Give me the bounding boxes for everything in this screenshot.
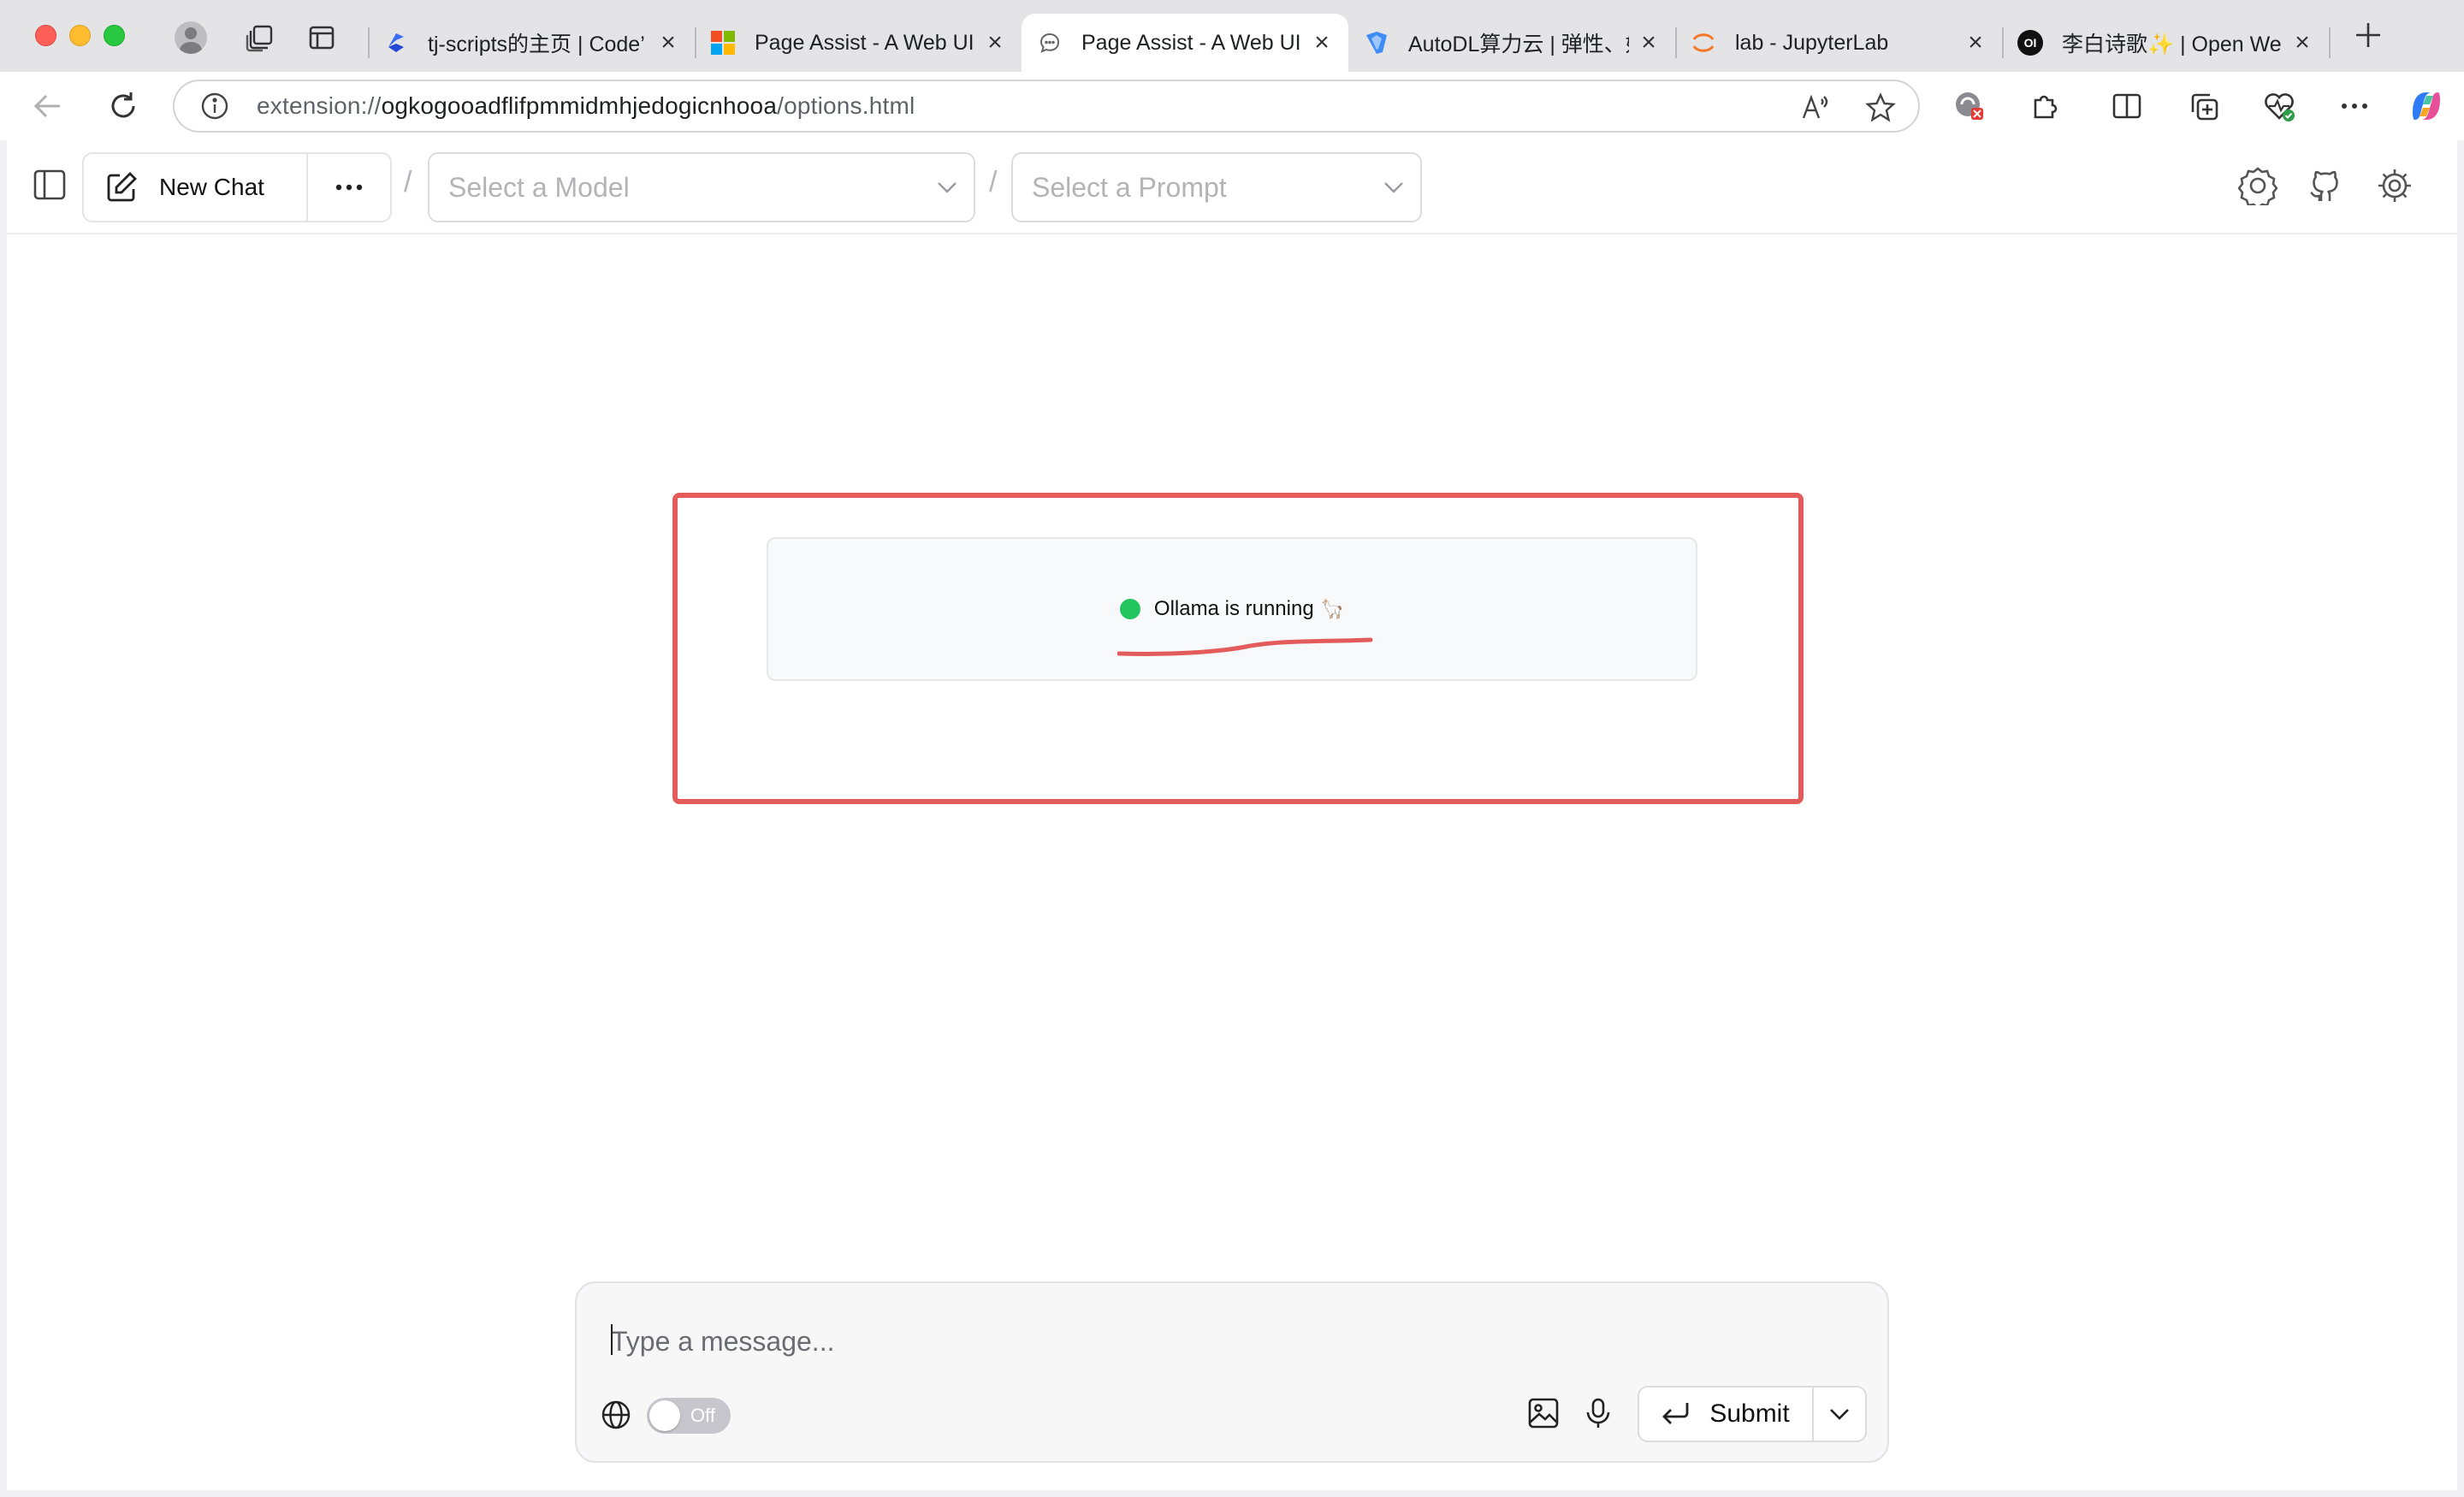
new-chat-button[interactable]: New Chat — [84, 154, 308, 221]
close-tab-icon[interactable]: × — [657, 28, 679, 57]
message-input[interactable] — [611, 1322, 1809, 1360]
ollama-status-card: Ollama is running 🦙 — [767, 537, 1697, 681]
app-header: New Chat / Select a Model / Select a Pro… — [7, 140, 2457, 234]
status-dot-icon — [1119, 599, 1140, 619]
browser-window: tj-scripts的主页 | Code’ × Page Assist - A … — [0, 0, 2464, 1497]
tab-open-webui[interactable]: OI 李白诗歌✨ | Open Web × — [2002, 14, 2329, 72]
ollama-settings-icon[interactable] — [2236, 164, 2279, 207]
tab-title: 李白诗歌✨ | Open Web — [2062, 33, 2283, 56]
submit-label: Submit — [1709, 1399, 1790, 1428]
message-composer: Off Submit — [575, 1281, 1889, 1463]
header-separator: / — [989, 166, 998, 198]
text-caret — [611, 1324, 613, 1355]
maximize-window-button[interactable] — [104, 25, 125, 46]
chevron-down-icon — [938, 182, 957, 193]
chevron-down-icon — [1830, 1409, 1849, 1420]
tab-separator — [2329, 27, 2331, 58]
workspaces-icon[interactable] — [243, 21, 277, 55]
chat-bubble-icon — [1037, 30, 1063, 56]
prompt-select[interactable]: Select a Prompt — [1011, 152, 1422, 222]
close-window-button[interactable] — [35, 25, 56, 46]
tab-codeup[interactable]: tj-scripts的主页 | Code’ × — [368, 14, 695, 72]
sidebar-toggle-button[interactable] — [29, 164, 70, 205]
tab-jupyterlab[interactable]: lab - JupyterLab × — [1675, 14, 2002, 72]
microphone-icon — [1586, 1398, 1610, 1428]
prompt-select-placeholder: Select a Prompt — [1032, 171, 1227, 203]
header-separator: / — [404, 166, 412, 198]
tab-title: tj-scripts的主页 | Code’ — [428, 33, 645, 56]
image-icon — [1528, 1398, 1559, 1429]
profile-avatar-icon[interactable] — [174, 21, 208, 55]
close-tab-icon[interactable]: × — [984, 28, 1006, 57]
chat-options-button[interactable] — [308, 154, 390, 221]
tab-title: AutoDL算力云 | 弹性、好 — [1408, 33, 1629, 56]
close-tab-icon[interactable]: × — [1964, 28, 1987, 57]
url-text: extension://ogkogooadflifpmmidmhjedogicn… — [257, 92, 915, 119]
tab-autodl[interactable]: AutoDL算力云 | 弹性、好 × — [1348, 14, 1675, 72]
llama-emoji-icon: 🦙 — [1320, 598, 1345, 619]
toggle-label: Off — [690, 1405, 715, 1426]
autodl-logo-icon — [1364, 30, 1389, 56]
settings-gear-icon[interactable] — [2373, 164, 2416, 207]
edit-pencil-icon — [107, 172, 137, 202]
new-tab-button[interactable] — [2349, 21, 2387, 58]
ellipsis-icon — [335, 184, 363, 191]
model-select[interactable]: Select a Model — [428, 152, 975, 222]
microphone-button[interactable] — [1578, 1393, 1619, 1434]
read-aloud-icon[interactable] — [1800, 81, 1831, 134]
submit-button[interactable]: Submit — [1639, 1388, 1814, 1441]
upload-image-button[interactable] — [1523, 1393, 1564, 1434]
close-tab-icon[interactable]: × — [2291, 28, 2313, 57]
more-menu-icon[interactable] — [2334, 86, 2375, 127]
extensions-puzzle-icon[interactable] — [2024, 86, 2065, 127]
model-select-placeholder: Select a Model — [448, 171, 630, 203]
ollama-status-text: Ollama is running — [1153, 597, 1314, 620]
close-tab-icon[interactable]: × — [1638, 28, 1660, 57]
codeup-logo-icon — [383, 30, 409, 56]
address-toolbar: extension://ogkogooadflifpmmidmhjedogicn… — [0, 72, 2464, 140]
site-info-icon[interactable] — [200, 92, 229, 121]
submit-options-button[interactable] — [1814, 1388, 1865, 1441]
openwebui-logo-icon: OI — [2017, 30, 2043, 56]
enter-arrow-icon — [1662, 1403, 1689, 1424]
annotation-underline — [1117, 637, 1373, 657]
close-tab-icon[interactable]: × — [1311, 28, 1333, 57]
github-icon[interactable] — [2303, 164, 2346, 207]
tracking-prevention-icon[interactable] — [1949, 86, 1990, 127]
address-bar[interactable]: extension://ogkogooadflifpmmidmhjedogicn… — [173, 80, 1920, 133]
tab-page-assist-1[interactable]: Page Assist - A Web UI × — [695, 14, 1022, 72]
vertical-tabs-icon[interactable] — [305, 21, 339, 55]
microsoft-logo-icon — [710, 30, 736, 56]
chevron-down-icon — [1384, 182, 1403, 193]
split-screen-icon[interactable] — [2106, 86, 2147, 127]
back-button[interactable] — [27, 86, 68, 127]
favorite-star-icon[interactable] — [1865, 81, 1896, 134]
toggle-knob — [649, 1400, 680, 1431]
tab-strip: tj-scripts的主页 | Code’ × Page Assist - A … — [0, 0, 2464, 72]
tab-title: lab - JupyterLab — [1735, 30, 1889, 55]
globe-icon — [599, 1398, 633, 1432]
copilot-icon[interactable] — [2406, 86, 2447, 127]
browser-essentials-icon[interactable] — [2259, 86, 2300, 127]
new-chat-group: New Chat — [82, 152, 392, 222]
submit-group: Submit — [1638, 1386, 1867, 1442]
tab-title: Page Assist - A Web UI — [1081, 30, 1301, 55]
collections-icon[interactable] — [2183, 86, 2224, 127]
tab-page-assist-active[interactable]: Page Assist - A Web UI × — [1022, 14, 1348, 72]
minimize-window-button[interactable] — [69, 25, 91, 46]
ollama-status-row: Ollama is running 🦙 — [768, 597, 1696, 621]
new-chat-label: New Chat — [159, 174, 264, 200]
reload-button[interactable] — [103, 86, 144, 127]
jupyter-logo-icon — [1691, 30, 1716, 56]
web-search-toggle[interactable]: Off — [647, 1398, 731, 1434]
tab-title: Page Assist - A Web UI — [755, 30, 974, 55]
